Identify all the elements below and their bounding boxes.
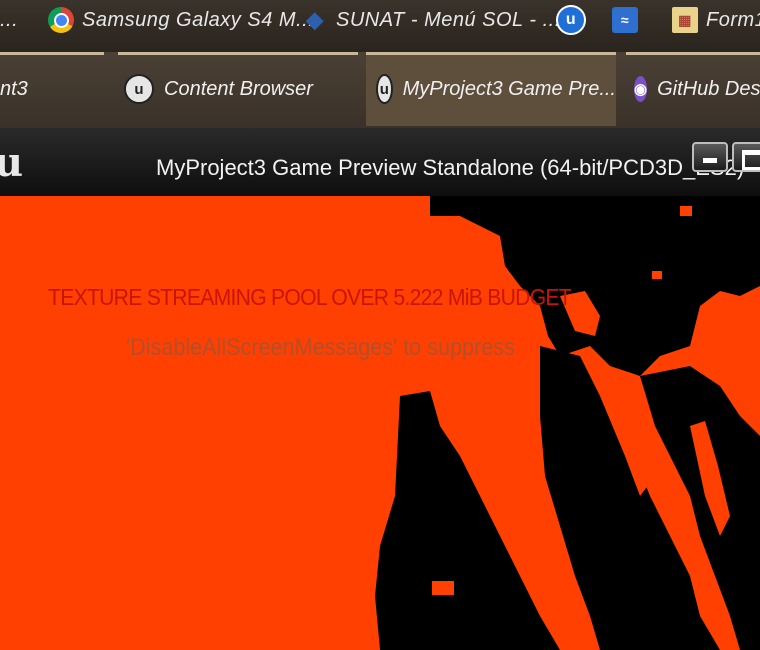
- tab-label: Content Browser: [164, 77, 313, 100]
- texture-streaming-warning: TEXTURE STREAMING POOL OVER 5.222 MiB BU…: [48, 284, 572, 310]
- tab-top-strip: [118, 52, 358, 55]
- tab-top-strip: [0, 52, 104, 55]
- taskbar-top: ... Samsung Galaxy S4 M... ◆ SUNAT - Men…: [0, 0, 760, 52]
- sunat-icon: ◆: [306, 7, 324, 32]
- unreal-engine-icon: u: [124, 74, 154, 104]
- scene-shape-streak-3: [500, 441, 550, 561]
- taskbar-item-form1[interactable]: ▦ Form1: [672, 0, 760, 40]
- tab-label: nt3: [0, 77, 28, 100]
- taskbar-item-sunat[interactable]: ◆ SUNAT - Menú SOL - ...: [302, 0, 561, 40]
- scene-geometry: [375, 196, 760, 650]
- suppress-hint-text: 'DisableAllScreenMessages' to suppress: [126, 334, 515, 361]
- taskbar-item-label: SUNAT - Menú SOL - ...: [336, 8, 561, 31]
- unreal-logo-icon: u: [0, 139, 24, 186]
- tab-game-preview[interactable]: u MyProject3 Game Pre...: [366, 52, 616, 126]
- window-title: MyProject3 Game Preview Standalone (64-b…: [156, 155, 745, 180]
- taskbar-item-unreal[interactable]: u: [556, 0, 586, 40]
- taskbar-item-chart-app[interactable]: ≈: [612, 0, 638, 40]
- form-icon: ▦: [672, 7, 698, 33]
- tab-label: GitHub Desk: [657, 77, 760, 100]
- tab-project[interactable]: nt3: [0, 52, 104, 126]
- tab-label: MyProject3 Game Pre...: [402, 77, 616, 100]
- tab-top-strip: [626, 52, 760, 55]
- taskbar-item-label: Form1: [706, 8, 760, 31]
- game-viewport[interactable]: TEXTURE STREAMING POOL OVER 5.222 MiB BU…: [0, 196, 760, 650]
- scene-shape-pixel-3: [432, 581, 454, 595]
- unreal-engine-icon: u: [556, 5, 586, 35]
- scene-shape-pixel-1: [680, 206, 692, 216]
- tab-github-desktop[interactable]: ◉ GitHub Desk: [626, 52, 760, 126]
- taskbar-tabs: nt3 u Content Browser u MyProject3 Game …: [0, 52, 760, 128]
- scene-shape-pixel-4: [740, 601, 748, 611]
- unreal-engine-icon: u: [376, 74, 393, 104]
- tab-content-browser[interactable]: u Content Browser: [118, 52, 358, 126]
- maximize-button[interactable]: [732, 142, 760, 172]
- taskbar-item-label: Samsung Galaxy S4 M...: [82, 8, 315, 31]
- taskbar-item-label: ...: [0, 8, 19, 31]
- chrome-icon: [48, 7, 74, 33]
- taskbar-item-chrome[interactable]: Samsung Galaxy S4 M...: [48, 0, 314, 40]
- tab-top-strip: [366, 52, 616, 55]
- scene-shape-pixel-2: [652, 271, 662, 279]
- minimize-button[interactable]: [692, 142, 728, 172]
- github-icon: ◉: [634, 76, 648, 102]
- chart-app-icon: ≈: [612, 7, 638, 33]
- taskbar-item-unknown[interactable]: ...: [0, 0, 18, 40]
